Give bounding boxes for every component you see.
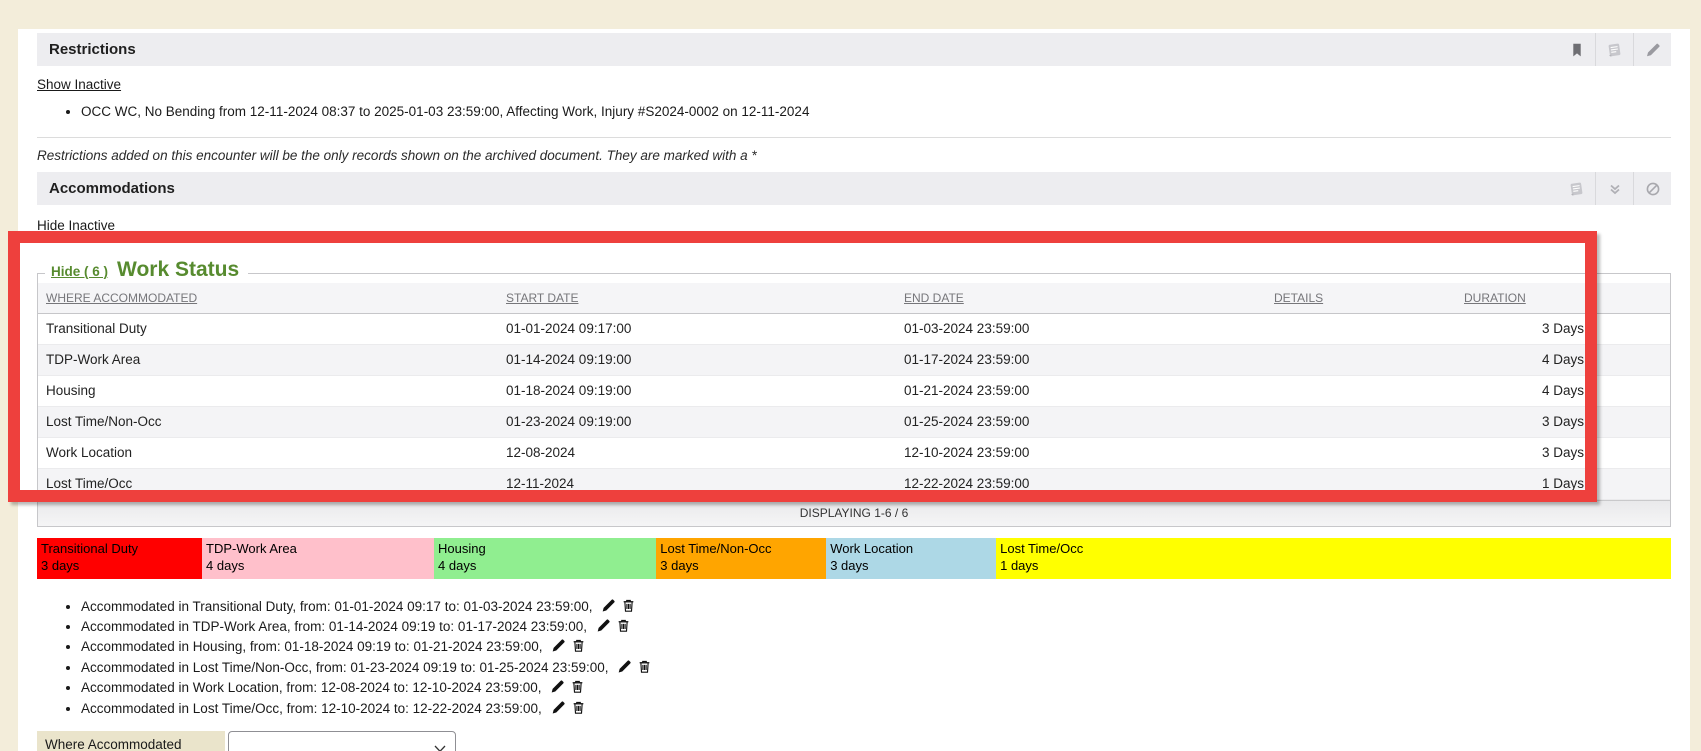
list-item: Accommodated in Lost Time/Occ, from: 12-…: [81, 699, 1671, 719]
divider: [37, 137, 1671, 138]
edit-icon[interactable]: [551, 638, 566, 653]
book-icon[interactable]: [1558, 172, 1595, 205]
work-status-title: Work Status: [117, 258, 239, 282]
edit-icon[interactable]: [617, 659, 632, 674]
col-header-where-accommodated[interactable]: WHERE ACCOMMODATED: [38, 283, 498, 313]
block-icon[interactable]: [1634, 172, 1671, 205]
timeline-segment: Transitional Duty 3 days: [37, 538, 202, 579]
delete-icon[interactable]: [570, 679, 585, 694]
work-status-hide-link[interactable]: Hide ( 6 ): [51, 264, 108, 279]
table-row: Transitional Duty 01-01-2024 09:17:00 01…: [38, 313, 1670, 344]
edit-icon[interactable]: [1634, 33, 1671, 66]
show-inactive-link[interactable]: Show Inactive: [37, 77, 121, 92]
where-accommodated-select[interactable]: [228, 731, 456, 751]
col-header-duration[interactable]: DURATION: [1456, 283, 1670, 313]
col-header-details[interactable]: DETAILS: [1266, 283, 1456, 313]
book-icon[interactable]: [1596, 33, 1633, 66]
accommodations-title: Accommodations: [49, 180, 175, 197]
accommodation-timeline: Transitional Duty 3 days TDP-Work Area 4…: [37, 538, 1671, 579]
delete-icon[interactable]: [571, 700, 586, 715]
timeline-segment: TDP-Work Area 4 days: [202, 538, 434, 579]
hide-inactive-link[interactable]: Hide Inactive: [37, 218, 115, 233]
col-header-start-date[interactable]: START DATE: [498, 283, 896, 313]
work-status-table: WHERE ACCOMMODATED START DATE END DATE D…: [38, 283, 1670, 500]
where-accommodated-label: Where Accommodated: [37, 731, 225, 751]
delete-icon[interactable]: [637, 659, 652, 674]
accommodation-entry-list: Accommodated in Transitional Duty, from:…: [81, 597, 1671, 719]
edit-icon[interactable]: [551, 700, 566, 715]
restrictions-note: Restrictions added on this encounter wil…: [37, 148, 1671, 163]
restrictions-list: OCC WC, No Bending from 12-11-2024 08:37…: [81, 103, 1671, 121]
table-row: Work Location 12-08-2024 12-10-2024 23:5…: [38, 437, 1670, 468]
restrictions-header-icons: [1558, 33, 1671, 66]
table-paging-status: DISPLAYING 1-6 / 6: [38, 500, 1670, 526]
restrictions-title: Restrictions: [49, 41, 136, 58]
work-status-legend: Hide ( 6 ) Work Status: [45, 258, 248, 282]
delete-icon[interactable]: [621, 598, 636, 613]
table-row: Lost Time/Non-Occ 01-23-2024 09:19:00 01…: [38, 406, 1670, 437]
timeline-segment: Lost Time/Occ 1 days: [996, 538, 1671, 579]
page-content: Restrictions Show Inactive OCC WC, No Be…: [18, 29, 1690, 751]
timeline-segment: Lost Time/Non-Occ 3 days: [656, 538, 826, 579]
restrictions-header-bar: Restrictions: [37, 33, 1671, 66]
delete-icon[interactable]: [616, 618, 631, 633]
add-accommodation-form: Where Accommodated: [37, 731, 1671, 751]
list-item: Accommodated in Lost Time/Non-Occ, from:…: [81, 658, 1671, 678]
chevron-down-icon: [434, 740, 446, 751]
edit-icon[interactable]: [601, 598, 616, 613]
list-item: Accommodated in Transitional Duty, from:…: [81, 597, 1671, 617]
edit-icon[interactable]: [596, 618, 611, 633]
collapse-icon[interactable]: [1596, 172, 1633, 205]
edit-icon[interactable]: [550, 679, 565, 694]
list-item: Accommodated in Work Location, from: 12-…: [81, 678, 1671, 698]
list-item: Accommodated in TDP-Work Area, from: 01-…: [81, 617, 1671, 637]
timeline-segment: Housing 4 days: [434, 538, 656, 579]
accommodations-header-bar: Accommodations: [37, 172, 1671, 205]
restriction-item: OCC WC, No Bending from 12-11-2024 08:37…: [81, 103, 1671, 121]
table-row: Housing 01-18-2024 09:19:00 01-21-2024 2…: [38, 375, 1670, 406]
table-row: TDP-Work Area 01-14-2024 09:19:00 01-17-…: [38, 344, 1670, 375]
list-item: Accommodated in Housing, from: 01-18-202…: [81, 637, 1671, 657]
accommodations-header-icons: [1558, 172, 1671, 205]
work-status-panel: Hide ( 6 ) Work Status WHERE ACCOMMODATE…: [37, 273, 1671, 527]
bookmark-icon[interactable]: [1558, 33, 1595, 66]
col-header-end-date[interactable]: END DATE: [896, 283, 1266, 313]
table-row: Lost Time/Occ 12-11-2024 12-22-2024 23:5…: [38, 468, 1670, 499]
table-header-row: WHERE ACCOMMODATED START DATE END DATE D…: [38, 283, 1670, 313]
delete-icon[interactable]: [571, 638, 586, 653]
timeline-segment: Work Location 3 days: [826, 538, 996, 579]
